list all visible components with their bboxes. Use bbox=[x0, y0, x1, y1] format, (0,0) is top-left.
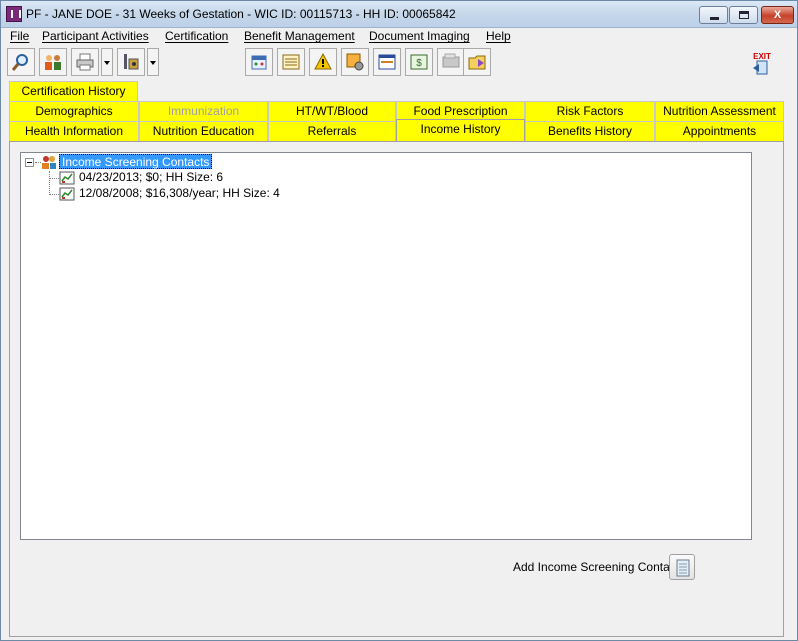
tab-ht-wt-blood[interactable]: HT/WT/Blood bbox=[268, 101, 396, 121]
tab-benefits-history[interactable]: Benefits History bbox=[525, 121, 655, 141]
tab-referrals[interactable]: Referrals bbox=[268, 121, 396, 141]
participants-icon bbox=[45, 55, 61, 70]
settings-button[interactable] bbox=[341, 48, 369, 76]
tab-nutrition-education[interactable]: Nutrition Education bbox=[139, 121, 268, 141]
tools-dropdown-arrow[interactable] bbox=[147, 48, 159, 76]
tab-immunization: Immunization bbox=[139, 101, 268, 121]
document-icon bbox=[676, 559, 690, 577]
tab-nutrition-assessment[interactable]: Nutrition Assessment bbox=[655, 101, 784, 121]
minimize-icon bbox=[710, 17, 719, 20]
menu-help[interactable]: Help bbox=[486, 29, 511, 43]
search-icon bbox=[12, 54, 28, 71]
tab-appointments[interactable]: Appointments bbox=[655, 121, 784, 141]
tree-connector bbox=[49, 194, 59, 195]
maximize-button[interactable] bbox=[729, 6, 758, 24]
calendar-button[interactable] bbox=[245, 48, 273, 76]
close-button[interactable]: X bbox=[761, 6, 794, 24]
window-title: PF - JANE DOE - 31 Weeks of Gestation - … bbox=[26, 7, 456, 21]
close-icon: X bbox=[773, 9, 782, 21]
menu-file[interactable]: File bbox=[10, 29, 29, 43]
alert-icon bbox=[314, 53, 332, 70]
tab-income-history[interactable]: Income History bbox=[396, 119, 525, 142]
form-icon bbox=[378, 54, 396, 70]
calendar-icon bbox=[251, 55, 267, 70]
tools-icon bbox=[124, 54, 139, 70]
tab-certification-history[interactable]: Certification History bbox=[9, 81, 138, 101]
tab-risk-factors[interactable]: Risk Factors bbox=[525, 101, 655, 121]
title-bar[interactable]: PF - JANE DOE - 31 Weeks of Gestation - … bbox=[1, 1, 797, 28]
tree-root-income-screening-contacts[interactable]: Income Screening Contacts bbox=[59, 154, 213, 169]
print-button[interactable] bbox=[71, 48, 99, 76]
maximize-icon bbox=[739, 11, 749, 19]
add-income-screening-contact-label: Add Income Screening Contact bbox=[513, 560, 680, 574]
exit-icon: EXIT bbox=[753, 52, 771, 75]
menu-benefit-management[interactable]: Benefit Management bbox=[244, 29, 355, 43]
schedule-button[interactable] bbox=[277, 48, 305, 76]
scanner-icon bbox=[442, 53, 460, 68]
tab-demographics[interactable]: Demographics bbox=[9, 101, 139, 121]
tree-item-income-contact[interactable]: 04/23/2013; $0; HH Size: 6 bbox=[79, 170, 223, 184]
menu-document-imaging[interactable]: Document Imaging bbox=[369, 29, 470, 43]
form-button[interactable] bbox=[373, 48, 401, 76]
folder-icon bbox=[468, 55, 486, 70]
toolbar: $ EXIT bbox=[1, 46, 797, 80]
add-income-screening-contact-button[interactable] bbox=[669, 554, 695, 580]
printer-icon bbox=[76, 53, 94, 71]
scanner-button[interactable] bbox=[437, 48, 465, 76]
print-dropdown-arrow[interactable] bbox=[101, 48, 113, 76]
menu-participant-activities[interactable]: Participant Activities bbox=[42, 29, 149, 43]
exit-label: EXIT bbox=[753, 52, 771, 61]
participants-button[interactable] bbox=[39, 48, 67, 76]
menu-bar: File Participant Activities Certificatio… bbox=[1, 28, 797, 46]
income-record-icon bbox=[59, 171, 75, 185]
tree-item-income-contact[interactable]: 12/08/2008; $16,308/year; HH Size: 4 bbox=[79, 186, 280, 200]
tree-collapse-toggle[interactable] bbox=[25, 158, 34, 167]
app-icon bbox=[6, 6, 22, 22]
income-screening-tree[interactable]: Income Screening Contacts 04/23/2013; $0… bbox=[20, 152, 752, 540]
svg-text:$: $ bbox=[416, 58, 422, 69]
exit-button[interactable]: EXIT bbox=[747, 48, 775, 76]
tree-connector bbox=[49, 171, 50, 195]
tree-connector bbox=[49, 178, 59, 179]
folder-button[interactable] bbox=[463, 48, 491, 76]
schedule-icon bbox=[282, 54, 300, 70]
menu-certification[interactable]: Certification bbox=[165, 29, 228, 43]
settings-icon bbox=[346, 53, 364, 71]
tools-button[interactable] bbox=[117, 48, 145, 76]
people-group-icon bbox=[42, 156, 56, 169]
voucher-icon: $ bbox=[410, 54, 428, 70]
income-record-icon bbox=[59, 187, 75, 201]
voucher-button[interactable]: $ bbox=[405, 48, 433, 76]
application-window: PF - JANE DOE - 31 Weeks of Gestation - … bbox=[0, 0, 798, 641]
tab-food-prescription[interactable]: Food Prescription bbox=[396, 101, 525, 121]
search-button[interactable] bbox=[7, 48, 35, 76]
alert-button[interactable] bbox=[309, 48, 337, 76]
tab-health-information[interactable]: Health Information bbox=[9, 121, 139, 141]
minimize-button[interactable] bbox=[699, 6, 728, 24]
